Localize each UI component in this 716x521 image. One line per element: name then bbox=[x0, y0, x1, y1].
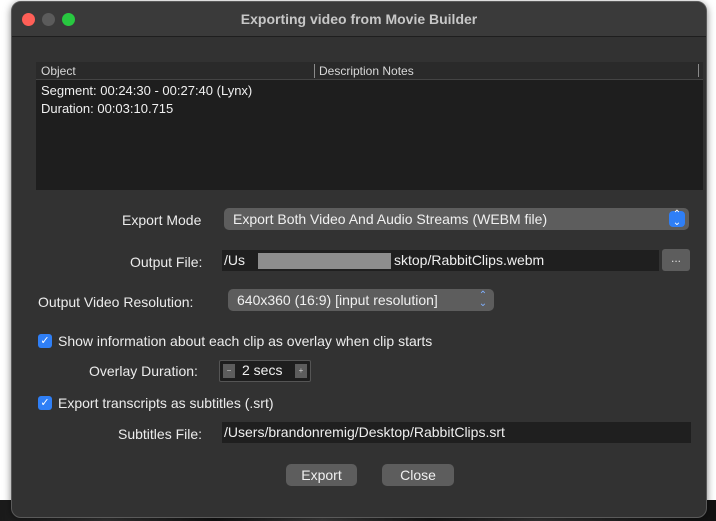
list-item[interactable]: Segment: 00:24:30 - 00:27:40 (Lynx) bbox=[41, 83, 252, 98]
chevron-updown-icon: ⌃ ⌄ bbox=[669, 210, 685, 228]
resolution-value: 640x360 (16:9) [input resolution] bbox=[237, 292, 438, 308]
transcripts-checkbox-label[interactable]: Export transcripts as subtitles (.srt) bbox=[58, 395, 274, 411]
column-header-object[interactable]: Object bbox=[41, 64, 76, 78]
transcripts-checkbox[interactable]: ✓ bbox=[38, 396, 52, 410]
browse-button[interactable]: ... bbox=[662, 249, 690, 271]
resolution-select[interactable]: 640x360 (16:9) [input resolution] ⌃ ⌄ bbox=[228, 289, 494, 311]
output-file-value-end: sktop/RabbitClips.webm bbox=[394, 252, 545, 268]
title-bar: Exporting video from Movie Builder bbox=[12, 2, 706, 37]
list-header: Object Description Notes bbox=[36, 62, 703, 80]
clip-list[interactable]: Object Description Notes Segment: 00:24:… bbox=[36, 62, 703, 190]
chevron-updown-icon: ⌃ ⌄ bbox=[478, 290, 488, 309]
output-file-field[interactable]: /Us sktop/RabbitClips.webm bbox=[222, 250, 659, 271]
close-button[interactable]: Close bbox=[382, 464, 454, 486]
overlay-duration-value[interactable]: 2 secs bbox=[242, 362, 282, 378]
redacted-path bbox=[258, 253, 391, 269]
overlay-duration-stepper[interactable]: − 2 secs + bbox=[219, 360, 311, 382]
overlay-checkbox[interactable]: ✓ bbox=[38, 334, 52, 348]
subtitles-file-field[interactable]: /Users/brandonremig/Desktop/RabbitClips.… bbox=[222, 422, 691, 443]
subtitles-file-label: Subtitles File: bbox=[118, 426, 203, 442]
export-mode-label: Export Mode bbox=[122, 212, 202, 228]
export-dialog: Exporting video from Movie Builder Objec… bbox=[11, 1, 707, 518]
overlay-duration-label: Overlay Duration: bbox=[89, 363, 198, 379]
overlay-checkbox-label[interactable]: Show information about each clip as over… bbox=[58, 333, 432, 349]
column-header-description[interactable]: Description Notes bbox=[314, 64, 414, 78]
export-button[interactable]: Export bbox=[286, 464, 357, 486]
export-mode-select[interactable]: Export Both Video And Audio Streams (WEB… bbox=[224, 208, 689, 230]
window-title: Exporting video from Movie Builder bbox=[240, 11, 478, 27]
output-file-label: Output File: bbox=[130, 254, 203, 270]
column-divider bbox=[698, 64, 699, 77]
output-file-value-start: /Us bbox=[224, 252, 245, 268]
subtitles-file-value: /Users/brandonremig/Desktop/RabbitClips.… bbox=[224, 424, 505, 440]
list-item[interactable]: Duration: 00:03:10.715 bbox=[41, 101, 173, 116]
export-mode-value: Export Both Video And Audio Streams (WEB… bbox=[233, 211, 548, 227]
increment-button[interactable]: + bbox=[295, 364, 307, 378]
decrement-button[interactable]: − bbox=[223, 364, 235, 378]
resolution-label: Output Video Resolution: bbox=[38, 294, 194, 310]
